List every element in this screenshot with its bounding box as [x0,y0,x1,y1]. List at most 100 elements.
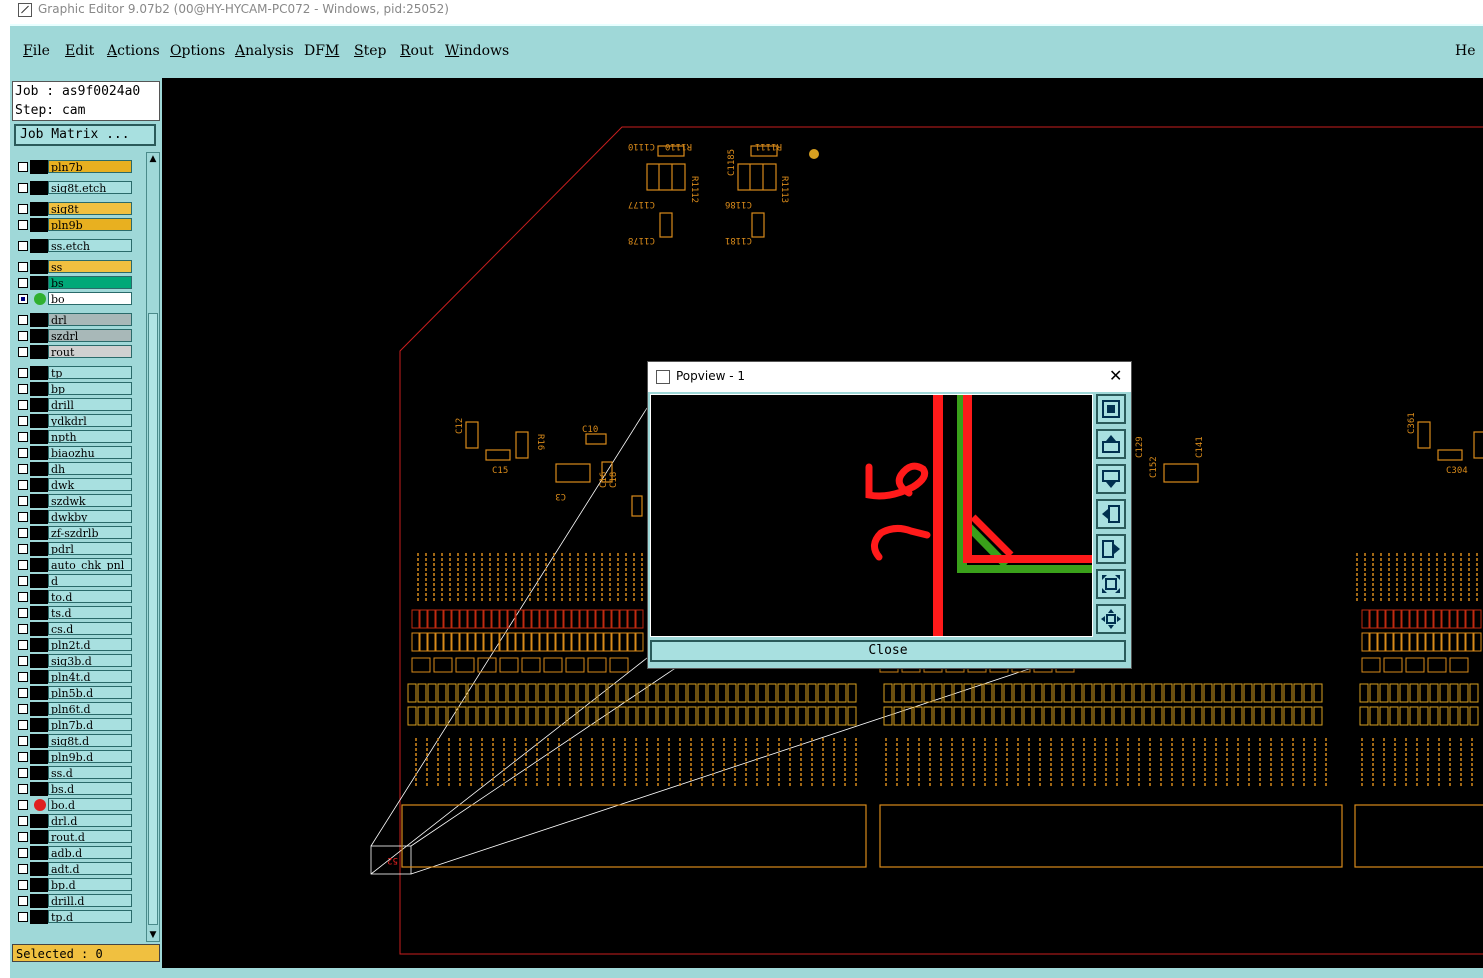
layer-name[interactable]: pln6t.d [48,702,132,715]
pan-up-icon[interactable] [1096,429,1126,459]
layer-row[interactable]: zf-szdrlb [12,526,142,540]
menu-item-file[interactable]: File [23,43,50,59]
menu-item-help[interactable]: He [1455,43,1476,59]
layer-row[interactable]: pdrl [12,542,142,556]
layer-checkbox[interactable] [18,640,28,650]
layer-name[interactable]: pln5b.d [48,686,132,699]
layer-name[interactable]: bs [48,276,132,289]
layer-row[interactable]: bo [12,292,142,306]
layer-scrollbar[interactable]: ▲ ▼ [146,152,160,942]
layer-checkbox[interactable] [18,384,28,394]
layer-name[interactable]: sig8t.etch [48,181,132,194]
layer-checkbox[interactable] [18,624,28,634]
layer-name[interactable]: dh [48,462,132,475]
layer-name[interactable]: pln2t.d [48,638,132,651]
layer-checkbox[interactable] [18,278,28,288]
menu-item-edit[interactable]: Edit [65,43,94,59]
layer-checkbox[interactable] [18,448,28,458]
layer-row[interactable]: bp.d [12,878,142,892]
layer-row[interactable]: drill [12,398,142,412]
layer-row[interactable]: pln4t.d [12,670,142,684]
layer-name[interactable]: sig8t.d [48,734,132,747]
layer-row[interactable]: ydkdrl [12,414,142,428]
layer-row[interactable]: adt.d [12,862,142,876]
layer-name[interactable]: pln9b [48,218,132,231]
layer-checkbox[interactable] [18,768,28,778]
layer-checkbox[interactable] [18,368,28,378]
layer-name[interactable]: tp [48,366,132,379]
layer-name[interactable]: sig8t [48,202,132,215]
layer-row[interactable]: szdrl [12,329,142,343]
layer-row[interactable]: pln2t.d [12,638,142,652]
layer-name[interactable]: drill.d [48,894,132,907]
zoom-fit-icon[interactable] [1096,569,1126,599]
layer-row[interactable]: drl.d [12,814,142,828]
menu-item-windows[interactable]: Windows [445,43,509,59]
layer-checkbox[interactable] [18,432,28,442]
layer-row[interactable]: npth [12,430,142,444]
layer-row[interactable]: bo.d [12,798,142,812]
layer-name[interactable]: rout [48,345,132,358]
layer-name[interactable]: auto_chk_pnl [48,558,132,571]
layer-name[interactable]: d [48,574,132,587]
scroll-down-arrow-icon[interactable]: ▼ [148,930,158,940]
menu-item-step[interactable]: Step [354,43,386,59]
layer-row[interactable]: d [12,574,142,588]
layer-name[interactable]: pln7b [48,160,132,173]
layer-checkbox[interactable] [18,752,28,762]
menu-item-analysis[interactable]: Analysis [235,43,294,59]
layer-name[interactable]: bo [48,292,132,305]
zoom-in-icon[interactable] [1096,394,1126,424]
layer-checkbox[interactable] [18,800,28,810]
layer-name[interactable]: szdwk [48,494,132,507]
layer-row[interactable]: ts.d [12,606,142,620]
layer-checkbox[interactable] [18,784,28,794]
layer-row[interactable]: auto_chk_pnl [12,558,142,572]
layer-checkbox[interactable] [18,896,28,906]
layer-name[interactable]: dwkby [48,510,132,523]
layer-name[interactable]: pln4t.d [48,670,132,683]
layer-row[interactable]: bp [12,382,142,396]
layer-checkbox[interactable] [18,183,28,193]
layer-name[interactable]: drill [48,398,132,411]
layer-name[interactable]: ts.d [48,606,132,619]
layer-name[interactable]: bo.d [48,798,132,811]
layer-name[interactable]: bp.d [48,878,132,891]
layer-checkbox[interactable] [18,576,28,586]
layer-name[interactable]: drl.d [48,814,132,827]
layer-checkbox[interactable] [18,672,28,682]
layer-name[interactable]: ss [48,260,132,273]
layer-row[interactable]: szdwk [12,494,142,508]
layer-checkbox[interactable] [18,294,28,304]
layer-row[interactable]: bs.d [12,782,142,796]
layer-name[interactable]: rout.d [48,830,132,843]
layer-row[interactable]: ss.etch [12,239,142,253]
layer-checkbox[interactable] [18,204,28,214]
layer-checkbox[interactable] [18,720,28,730]
layer-row[interactable]: tp [12,366,142,380]
layer-row[interactable]: adb.d [12,846,142,860]
layer-checkbox[interactable] [18,241,28,251]
layer-checkbox[interactable] [18,848,28,858]
layer-checkbox[interactable] [18,162,28,172]
zoom-out-icon[interactable] [1096,604,1126,634]
layer-name[interactable]: biaozhu [48,446,132,459]
layer-name[interactable]: bs.d [48,782,132,795]
menu-item-dfm[interactable]: DFM [304,43,339,59]
layer-checkbox[interactable] [18,704,28,714]
layer-checkbox[interactable] [18,262,28,272]
layer-name[interactable]: drl [48,313,132,326]
layer-checkbox[interactable] [18,864,28,874]
popview-close-button[interactable]: Close [650,640,1126,662]
layer-name[interactable]: adt.d [48,862,132,875]
layer-row[interactable]: sig8t [12,202,142,216]
layer-name[interactable]: szdrl [48,329,132,342]
layer-row[interactable]: ss [12,260,142,274]
layer-row[interactable]: rout.d [12,830,142,844]
layer-checkbox[interactable] [18,560,28,570]
menu-item-rout[interactable]: Rout [400,43,434,59]
layer-row[interactable]: pln7b.d [12,718,142,732]
scrollbar-thumb[interactable] [148,313,158,925]
popview-view[interactable] [650,394,1093,637]
layer-checkbox[interactable] [18,528,28,538]
